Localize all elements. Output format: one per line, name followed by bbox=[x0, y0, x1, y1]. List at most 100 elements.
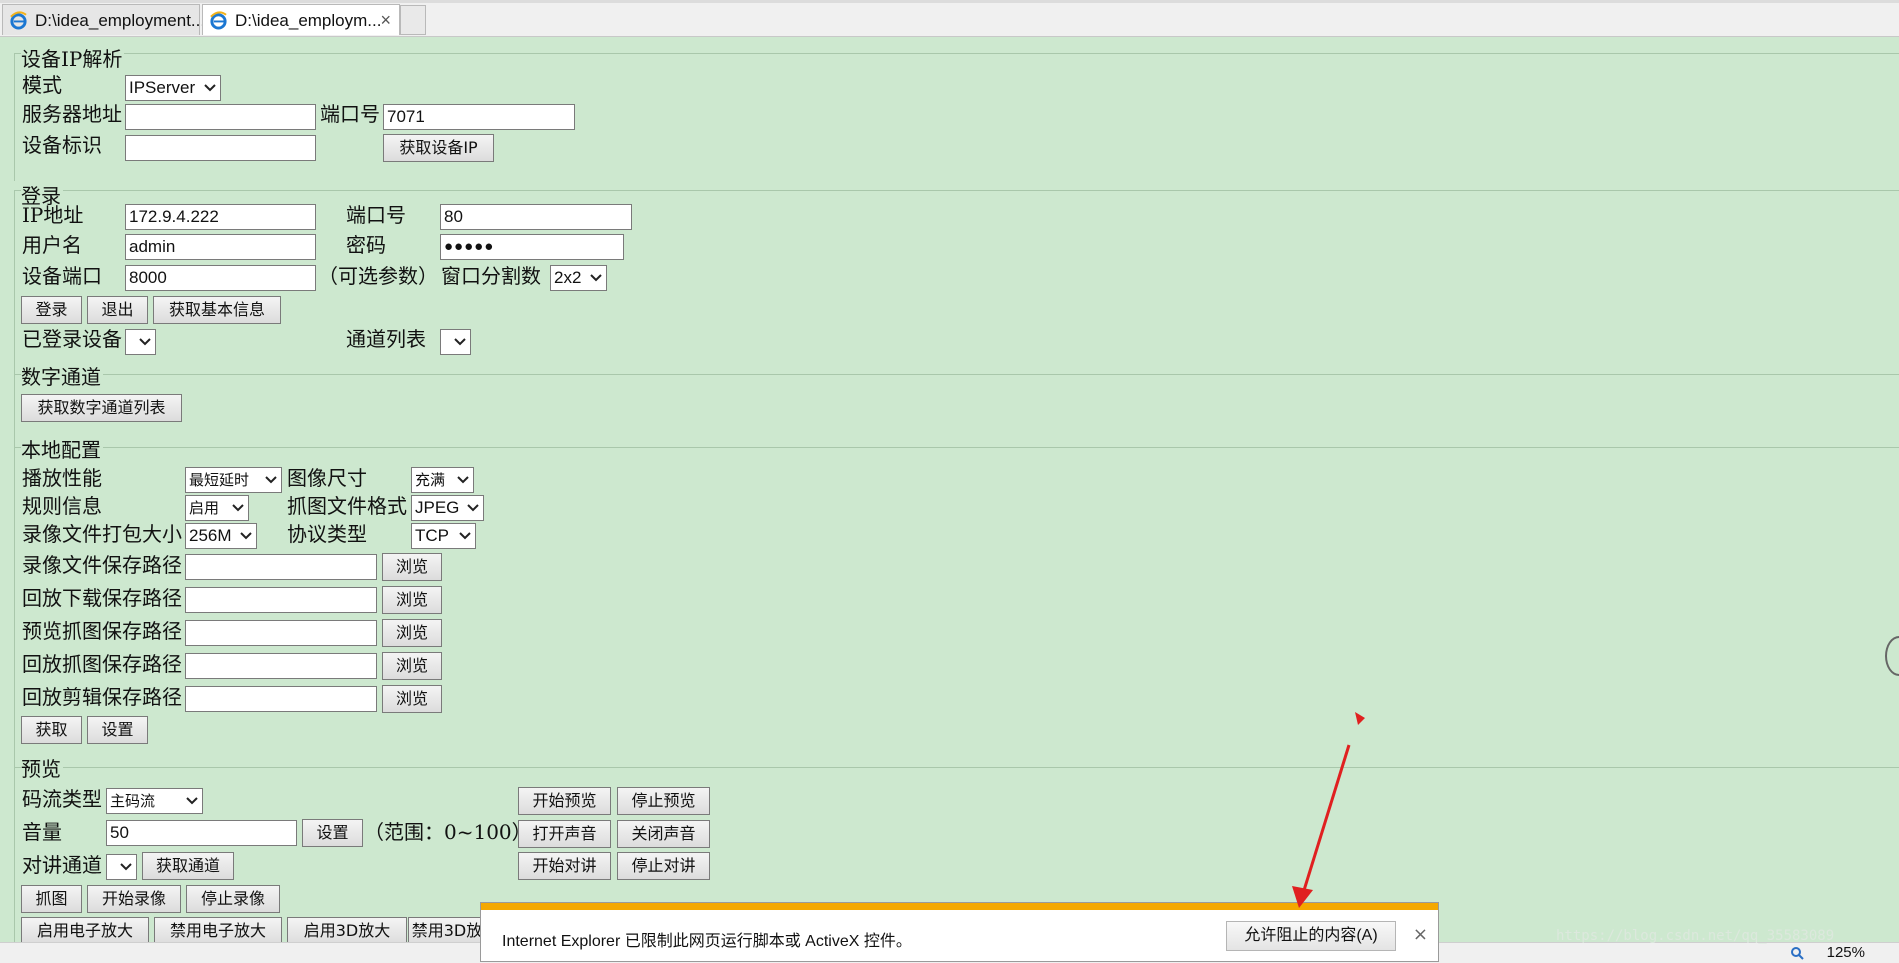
start-preview-button[interactable]: 开始预览 bbox=[518, 787, 611, 815]
playback-capture-path-label: 回放抓图保存路径 bbox=[22, 652, 182, 676]
playback-clip-path-label: 回放剪辑保存路径 bbox=[22, 685, 182, 709]
digital-channel-legend: 数字通道 bbox=[21, 361, 103, 390]
start-record-button[interactable]: 开始录像 bbox=[87, 885, 181, 913]
enable-ezoom-button[interactable]: 启用电子放大 bbox=[21, 917, 149, 945]
new-tab-button[interactable] bbox=[400, 5, 426, 35]
stop-preview-button[interactable]: 停止预览 bbox=[617, 787, 710, 815]
local-config-set-button[interactable]: 设置 bbox=[87, 716, 148, 744]
tab-bar-top-strip bbox=[0, 0, 1899, 3]
stream-type-label: 码流类型 bbox=[22, 787, 102, 811]
stream-type-select[interactable]: 主码流 bbox=[106, 788, 203, 814]
logged-devices-select[interactable] bbox=[125, 329, 156, 355]
close-sound-button[interactable]: 关闭声音 bbox=[617, 820, 710, 848]
ie-icon bbox=[10, 11, 27, 30]
browse-record-path-button[interactable]: 浏览 bbox=[382, 553, 442, 581]
tab-2-label: D:\idea_employm... bbox=[235, 11, 382, 30]
window-split-select[interactable]: 2x2 bbox=[550, 265, 607, 291]
login-port-input[interactable]: 80 bbox=[440, 204, 632, 230]
rule-info-select[interactable]: 启用 bbox=[185, 495, 249, 521]
password-label: 密码 bbox=[346, 233, 386, 257]
chevron-down-icon bbox=[204, 84, 216, 92]
protocol-type-label: 协议类型 bbox=[287, 522, 367, 546]
enable-3d-zoom-button[interactable]: 启用3D放大 bbox=[287, 917, 407, 945]
play-performance-select[interactable]: 最短延时 bbox=[185, 467, 282, 493]
logout-button[interactable]: 退出 bbox=[87, 296, 148, 324]
volume-set-button[interactable]: 设置 bbox=[302, 819, 363, 847]
allow-blocked-content-button[interactable]: 允许阻止的内容(A) bbox=[1226, 921, 1396, 951]
preview-capture-path-input[interactable] bbox=[185, 620, 377, 646]
optional-param-note: （可选参数） bbox=[318, 264, 438, 288]
local-config-get-button[interactable]: 获取 bbox=[21, 716, 82, 744]
ip-address-input[interactable]: 172.9.4.222 bbox=[125, 204, 316, 230]
volume-label: 音量 bbox=[22, 820, 62, 844]
ip-server-port-input[interactable]: 7071 bbox=[383, 104, 575, 130]
open-sound-button[interactable]: 打开声音 bbox=[518, 820, 611, 848]
ie-icon bbox=[210, 11, 227, 30]
start-talk-button[interactable]: 开始对讲 bbox=[518, 852, 611, 880]
device-port-label: 设备端口 bbox=[22, 264, 102, 288]
stream-type-value: 主码流 bbox=[110, 792, 156, 810]
ip-address-label: IP地址 bbox=[22, 203, 84, 227]
playback-download-path-label: 回放下载保存路径 bbox=[22, 586, 182, 610]
device-port-input[interactable]: 8000 bbox=[125, 265, 316, 291]
device-id-input[interactable] bbox=[125, 135, 316, 161]
login-button[interactable]: 登录 bbox=[21, 296, 82, 324]
chevron-down-icon bbox=[265, 476, 277, 484]
zoom-level[interactable]: 125% bbox=[1827, 943, 1865, 963]
get-basic-info-button[interactable]: 获取基本信息 bbox=[153, 296, 281, 324]
disable-3d-zoom-button[interactable]: 禁用3D放 bbox=[408, 917, 486, 945]
preview-legend: 预览 bbox=[21, 753, 63, 782]
chevron-down-icon bbox=[590, 274, 602, 282]
channel-list-select[interactable] bbox=[440, 329, 471, 355]
notification-accent-bar bbox=[481, 903, 1438, 910]
page-content: 设备IP解析 模式 IPServer 服务器地址 端口号 7071 设备标识 获… bbox=[0, 37, 1899, 948]
record-pack-size-value: 256M bbox=[189, 526, 232, 545]
get-device-ip-button[interactable]: 获取设备IP bbox=[383, 134, 494, 162]
capture-format-select[interactable]: JPEG bbox=[411, 495, 484, 521]
chevron-down-icon bbox=[139, 338, 151, 346]
password-input[interactable]: ●●●●● bbox=[440, 234, 624, 260]
tab-1-label: D:\idea_employment... bbox=[35, 11, 206, 30]
image-size-select[interactable]: 充满 bbox=[411, 467, 474, 493]
playback-clip-path-input[interactable] bbox=[185, 686, 377, 712]
playback-capture-path-input[interactable] bbox=[185, 653, 377, 679]
tab-1[interactable]: D:\idea_employment... bbox=[2, 4, 205, 35]
record-pack-size-select[interactable]: 256M bbox=[185, 523, 257, 549]
stop-record-button[interactable]: 停止录像 bbox=[186, 885, 280, 913]
protocol-type-select[interactable]: TCP bbox=[411, 523, 476, 549]
browse-download-path-button[interactable]: 浏览 bbox=[382, 586, 442, 614]
chevron-down-icon bbox=[120, 863, 132, 871]
stop-talk-button[interactable]: 停止对讲 bbox=[617, 852, 710, 880]
device-id-label: 设备标识 bbox=[22, 133, 102, 157]
mode-value: IPServer bbox=[129, 78, 196, 97]
chevron-down-icon bbox=[454, 338, 466, 346]
tab-2[interactable]: D:\idea_employm... × bbox=[202, 4, 400, 35]
browse-playback-capture-path-button[interactable]: 浏览 bbox=[382, 652, 442, 680]
rule-info-label: 规则信息 bbox=[22, 494, 102, 518]
logged-devices-label: 已登录设备 bbox=[22, 327, 122, 351]
record-save-path-label: 录像文件保存路径 bbox=[22, 553, 182, 577]
zoom-icon bbox=[1791, 947, 1804, 960]
get-talk-channel-button[interactable]: 获取通道 bbox=[142, 852, 234, 880]
playback-download-path-input[interactable] bbox=[185, 587, 377, 613]
ip-server-port-label: 端口号 bbox=[320, 102, 380, 126]
mode-select[interactable]: IPServer bbox=[125, 75, 221, 101]
browse-preview-capture-path-button[interactable]: 浏览 bbox=[382, 619, 442, 647]
talk-channel-select[interactable] bbox=[106, 854, 137, 880]
protocol-type-value: TCP bbox=[415, 526, 449, 545]
server-address-input[interactable] bbox=[125, 104, 316, 130]
notification-close-icon[interactable]: × bbox=[1413, 924, 1428, 945]
browse-clip-path-button[interactable]: 浏览 bbox=[382, 685, 442, 713]
disable-ezoom-button[interactable]: 禁用电子放大 bbox=[154, 917, 282, 945]
username-input[interactable]: admin bbox=[125, 234, 316, 260]
get-digital-channel-list-button[interactable]: 获取数字通道列表 bbox=[21, 394, 182, 422]
server-address-label: 服务器地址 bbox=[22, 102, 122, 126]
record-save-path-input[interactable] bbox=[185, 554, 377, 580]
username-label: 用户名 bbox=[22, 233, 82, 257]
volume-input[interactable]: 50 bbox=[106, 820, 297, 846]
volume-range-note: （范围：0~100） bbox=[364, 820, 532, 844]
tab-close-icon[interactable]: × bbox=[380, 5, 391, 36]
capture-format-label: 抓图文件格式 bbox=[287, 494, 407, 518]
local-config-legend: 本地配置 bbox=[21, 434, 103, 463]
capture-button[interactable]: 抓图 bbox=[21, 885, 82, 913]
